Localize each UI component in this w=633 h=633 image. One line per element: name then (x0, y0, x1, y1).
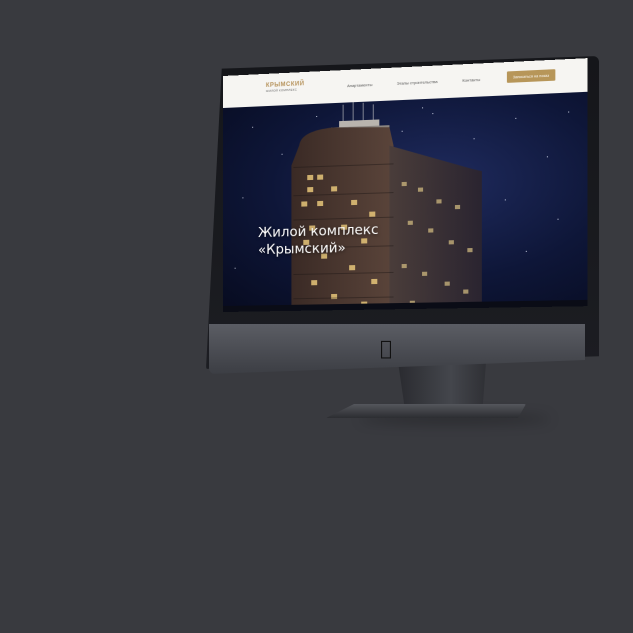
nav-item-contacts[interactable]: Контакты (462, 77, 480, 83)
monitor-screen: КРЫМСКИЙ ЖИЛОЙ КОМПЛЕКС Апартаменты Этап… (223, 76, 581, 312)
hero-title-line-1: Жилой комплекс (258, 222, 379, 242)
scene:  КРЫМСКИЙ ЖИЛОЙ КОМПЛЕКС Апартаменты Эт… (0, 0, 633, 633)
hero-title: Жилой комплекс «Крымский» (258, 222, 379, 260)
site-logo[interactable]: КРЫМСКИЙ ЖИЛОЙ КОМПЛЕКС (266, 81, 305, 93)
hero-title-line-2: «Крымский» (258, 239, 379, 259)
nav-item-construction[interactable]: Этапы строительства (397, 79, 438, 86)
apple-logo-icon:  (380, 336, 392, 360)
book-viewing-button[interactable]: Записаться на показ (507, 69, 556, 83)
monitor-chin (209, 324, 585, 374)
main-nav: Апартаменты Этапы строительства Контакты (347, 77, 480, 88)
building-image (223, 92, 587, 312)
website: КРЫМСКИЙ ЖИЛОЙ КОМПЛЕКС Апартаменты Этап… (223, 58, 587, 312)
monitor-stand-base (326, 404, 526, 418)
hero-section: Жилой комплекс «Крымский» (223, 92, 587, 312)
logo-subtitle: ЖИЛОЙ КОМПЛЕКС (266, 88, 297, 93)
nav-item-apartments[interactable]: Апартаменты (347, 82, 372, 88)
monitor-stand-neck (398, 362, 486, 410)
